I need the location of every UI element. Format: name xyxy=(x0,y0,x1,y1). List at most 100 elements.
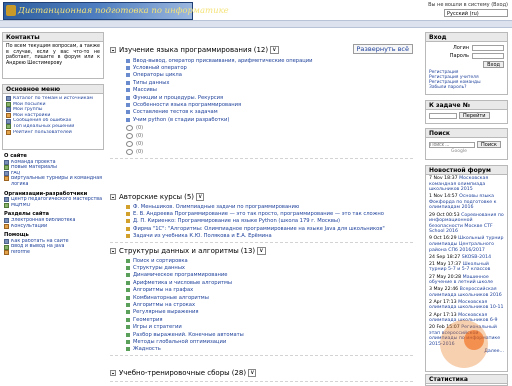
course-item[interactable]: Арифметика и числовые алгоритмы xyxy=(126,279,413,286)
hidden-item[interactable]: (0) xyxy=(126,124,413,132)
section-divider xyxy=(110,157,413,159)
expand-section-icon[interactable]: ∨ xyxy=(270,46,279,54)
course-item[interactable]: Д. П. Кириенко: Программирование на язык… xyxy=(126,218,413,225)
site-logo[interactable]: Дистанционная подготовка по информатике xyxy=(3,2,229,20)
org-icon xyxy=(4,203,9,209)
course-item[interactable]: Методы глобальной оптимизации xyxy=(126,338,413,345)
forgot-password-link[interactable]: Забыли пароль? xyxy=(429,85,504,90)
news-forum-title: Новостной форум xyxy=(426,166,507,175)
section-divider xyxy=(110,381,413,382)
section-title[interactable]: Учебно-тренировочные сборы xyxy=(119,369,230,377)
section-header[interactable]: Авторские курсы (5) ∨ xyxy=(110,193,413,201)
about-item-tournaments[interactable]: Виртуальные турниры и командная логика xyxy=(4,176,104,187)
section-title[interactable]: Изучение языка программирования xyxy=(119,46,252,54)
google-brand: Google xyxy=(451,149,467,154)
reforme-icon xyxy=(4,250,9,256)
watermark-decoration xyxy=(464,330,484,350)
course-icon xyxy=(126,280,130,285)
section-title[interactable]: Авторские курсы xyxy=(119,193,182,201)
course-item[interactable]: Разбор выражений. Конечные автоматы xyxy=(126,331,413,338)
hidden-item[interactable]: (0) xyxy=(126,140,413,148)
language-select[interactable]: Русский (ru) xyxy=(444,9,508,17)
section-title[interactable]: Структуры данных и алгоритмы xyxy=(119,247,239,255)
course-item[interactable]: Фирма "1С": "Алгоритмы: Олимпиадное прог… xyxy=(126,225,413,232)
task-number-input[interactable] xyxy=(429,112,457,119)
course-item[interactable]: Составление тестов к задачам xyxy=(126,109,413,116)
course-item[interactable]: Типы данных xyxy=(126,79,413,86)
eye-icon[interactable] xyxy=(126,124,133,131)
news-item[interactable]: 21 May 17:37 Школьный турнир 5-7 и 5-7 к… xyxy=(429,262,504,273)
course-item[interactable]: Ввод-вывод, оператор присваивания, арифм… xyxy=(126,57,413,64)
course-item[interactable]: Комбинаторные алгоритмы xyxy=(126,294,413,301)
news-item[interactable]: 9 Oct 16:29 Школьный турнир олимпиады Це… xyxy=(429,236,504,253)
task-jump-title: К задаче № xyxy=(426,101,507,110)
course-item[interactable]: Регулярные выражения xyxy=(126,309,413,316)
collapse-toggle-icon[interactable] xyxy=(110,248,116,254)
section-training-camps: Учебно-тренировочные сборы (28) ∨ xyxy=(110,369,413,382)
course-item[interactable]: Поиск и сортировка xyxy=(126,257,413,264)
main-menu-block: Основное меню Каталог по темам и источни… xyxy=(2,84,104,150)
course-item[interactable]: Игры и стратегии xyxy=(126,324,413,331)
course-item[interactable]: Геометрия xyxy=(126,316,413,323)
news-item[interactable]: 24 Sep 18:27 SKOSB-2014 xyxy=(429,255,504,261)
login-field[interactable] xyxy=(472,45,504,51)
hidden-item[interactable]: (0) xyxy=(126,132,413,140)
expand-section-icon[interactable]: ∨ xyxy=(196,193,205,201)
course-icon xyxy=(126,204,130,209)
course-item[interactable]: Алгоритмы на строках xyxy=(126,301,413,308)
login-button[interactable]: Вход xyxy=(483,61,504,68)
news-item[interactable]: 7 Nov 18:37 Московская командная олимпиа… xyxy=(429,176,504,193)
section-item-consult[interactable]: Консультации xyxy=(4,224,104,230)
course-icon xyxy=(126,266,130,271)
course-icon xyxy=(126,339,130,344)
expand-toggle-icon[interactable] xyxy=(110,370,116,376)
hidden-item[interactable]: (0) xyxy=(126,148,413,156)
news-item[interactable]: 1 Nov 14:57 Основы языка Фокфорда по под… xyxy=(429,194,504,211)
section-header[interactable]: Структуры данных и алгоритмы (13) ∨ xyxy=(110,247,413,255)
group-icon xyxy=(6,107,11,113)
go-to-task-button[interactable]: Перейти xyxy=(459,112,490,119)
main-menu-title: Основное меню xyxy=(3,85,103,94)
expand-section-icon[interactable]: ∨ xyxy=(248,369,257,377)
section-data-structures: Структуры данных и алгоритмы (13) ∨ Поис… xyxy=(110,247,413,357)
collapse-toggle-icon[interactable] xyxy=(110,194,116,200)
eye-icon[interactable] xyxy=(126,140,133,147)
expand-section-icon[interactable]: ∨ xyxy=(257,247,266,255)
help-item-reforme[interactable]: reforme xyxy=(4,250,104,256)
rating-icon xyxy=(6,129,11,135)
course-icon xyxy=(126,258,130,263)
news-item[interactable]: 29 Oct 00:53 Соревнования по информацион… xyxy=(429,213,504,235)
search-button[interactable]: Поиск xyxy=(477,141,501,148)
eye-icon[interactable] xyxy=(126,132,133,139)
settings-icon xyxy=(6,113,11,119)
org-item-mccme[interactable]: МЦНМО xyxy=(4,203,104,209)
course-item[interactable]: Функции и процедуры. Рекурсия xyxy=(126,94,413,101)
search-input[interactable] xyxy=(429,141,475,148)
section-header[interactable]: Учебно-тренировочные сборы (28) ∨ xyxy=(110,369,413,377)
section-header[interactable]: Изучение языка программирования (12) ∨ xyxy=(110,46,413,54)
login-block: Вход Логин Пароль Вход Регистрация Регис… xyxy=(425,32,508,95)
news-item[interactable]: 2 Apr 17:13 Московская олимпиада школьни… xyxy=(429,300,504,311)
course-item[interactable]: Ф. Меньшиков. Олимпиадные задачи по прог… xyxy=(126,203,413,210)
course-item[interactable]: Условный оператор xyxy=(126,64,413,71)
eye-icon[interactable] xyxy=(126,148,133,155)
collapse-toggle-icon[interactable] xyxy=(110,47,116,53)
news-item[interactable]: 27 May 20:28 Машинное обучение в летний … xyxy=(429,275,504,286)
login-info[interactable]: Вы не вошли в систему (Вход) xyxy=(428,2,508,8)
course-item[interactable]: Учим python (в стадии разработки) xyxy=(126,116,413,123)
course-icon xyxy=(126,295,130,300)
course-item[interactable]: Задачи из учебника К.Ю. Полякова и Е.А. … xyxy=(126,233,413,240)
course-item[interactable]: Е. В. Андреева Программирование — это та… xyxy=(126,210,413,217)
course-item[interactable]: Жадность xyxy=(126,346,413,353)
course-icon xyxy=(126,288,130,293)
course-item[interactable]: Операторы цикла xyxy=(126,72,413,79)
course-item[interactable]: Алгоритмы на графах xyxy=(126,287,413,294)
course-item[interactable]: Динамическое программирование xyxy=(126,272,413,279)
course-item[interactable]: Структуры данных xyxy=(126,264,413,271)
course-item[interactable]: Особенности языка программирования xyxy=(126,101,413,108)
menu-item-rating[interactable]: Рейтинг пользователей xyxy=(6,130,100,136)
password-field[interactable] xyxy=(472,53,504,59)
section-count: 13 xyxy=(243,247,253,255)
course-item[interactable]: Массивы xyxy=(126,87,413,94)
news-item[interactable]: 3 May 22:46 Всероссийская олимпиада школ… xyxy=(429,287,504,298)
